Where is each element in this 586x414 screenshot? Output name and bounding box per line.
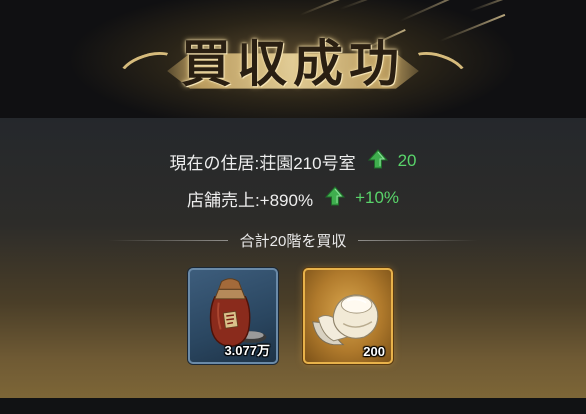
up-arrow-icon	[324, 185, 346, 211]
acquisition-success-dialog: 買収成功 現在の住居:荘園210号室 20 店舗売上:+890% +10% 合計…	[0, 0, 586, 414]
light-streak	[399, 0, 474, 22]
divider-line-right	[358, 239, 479, 241]
light-streak	[339, 0, 425, 10]
up-arrow-icon	[367, 148, 388, 174]
page-title: 買収成功	[181, 34, 405, 93]
reward-count: 200	[363, 344, 385, 359]
sales-label: 店舗売上:+890%	[186, 190, 314, 210]
reward-item-ingot[interactable]: 200	[303, 268, 393, 364]
light-streak	[469, 0, 527, 12]
reward-item-wine[interactable]: 3.077万	[188, 268, 278, 364]
sales-bonus: +10%	[355, 188, 400, 207]
reward-count: 3.077万	[224, 343, 270, 358]
divider-line-left	[107, 239, 228, 241]
residence-label: 現在の住居:荘園210号室	[169, 153, 356, 173]
sales-row: 店舗売上:+890% +10%	[0, 183, 586, 213]
summary-text: 合計20階を買収	[239, 232, 347, 250]
bottom-shade	[0, 398, 586, 414]
residence-bonus: 20	[397, 151, 417, 170]
residence-row: 現在の住居:荘園210号室 20	[0, 146, 586, 176]
summary-divider: 合計20階を買収	[0, 228, 586, 252]
